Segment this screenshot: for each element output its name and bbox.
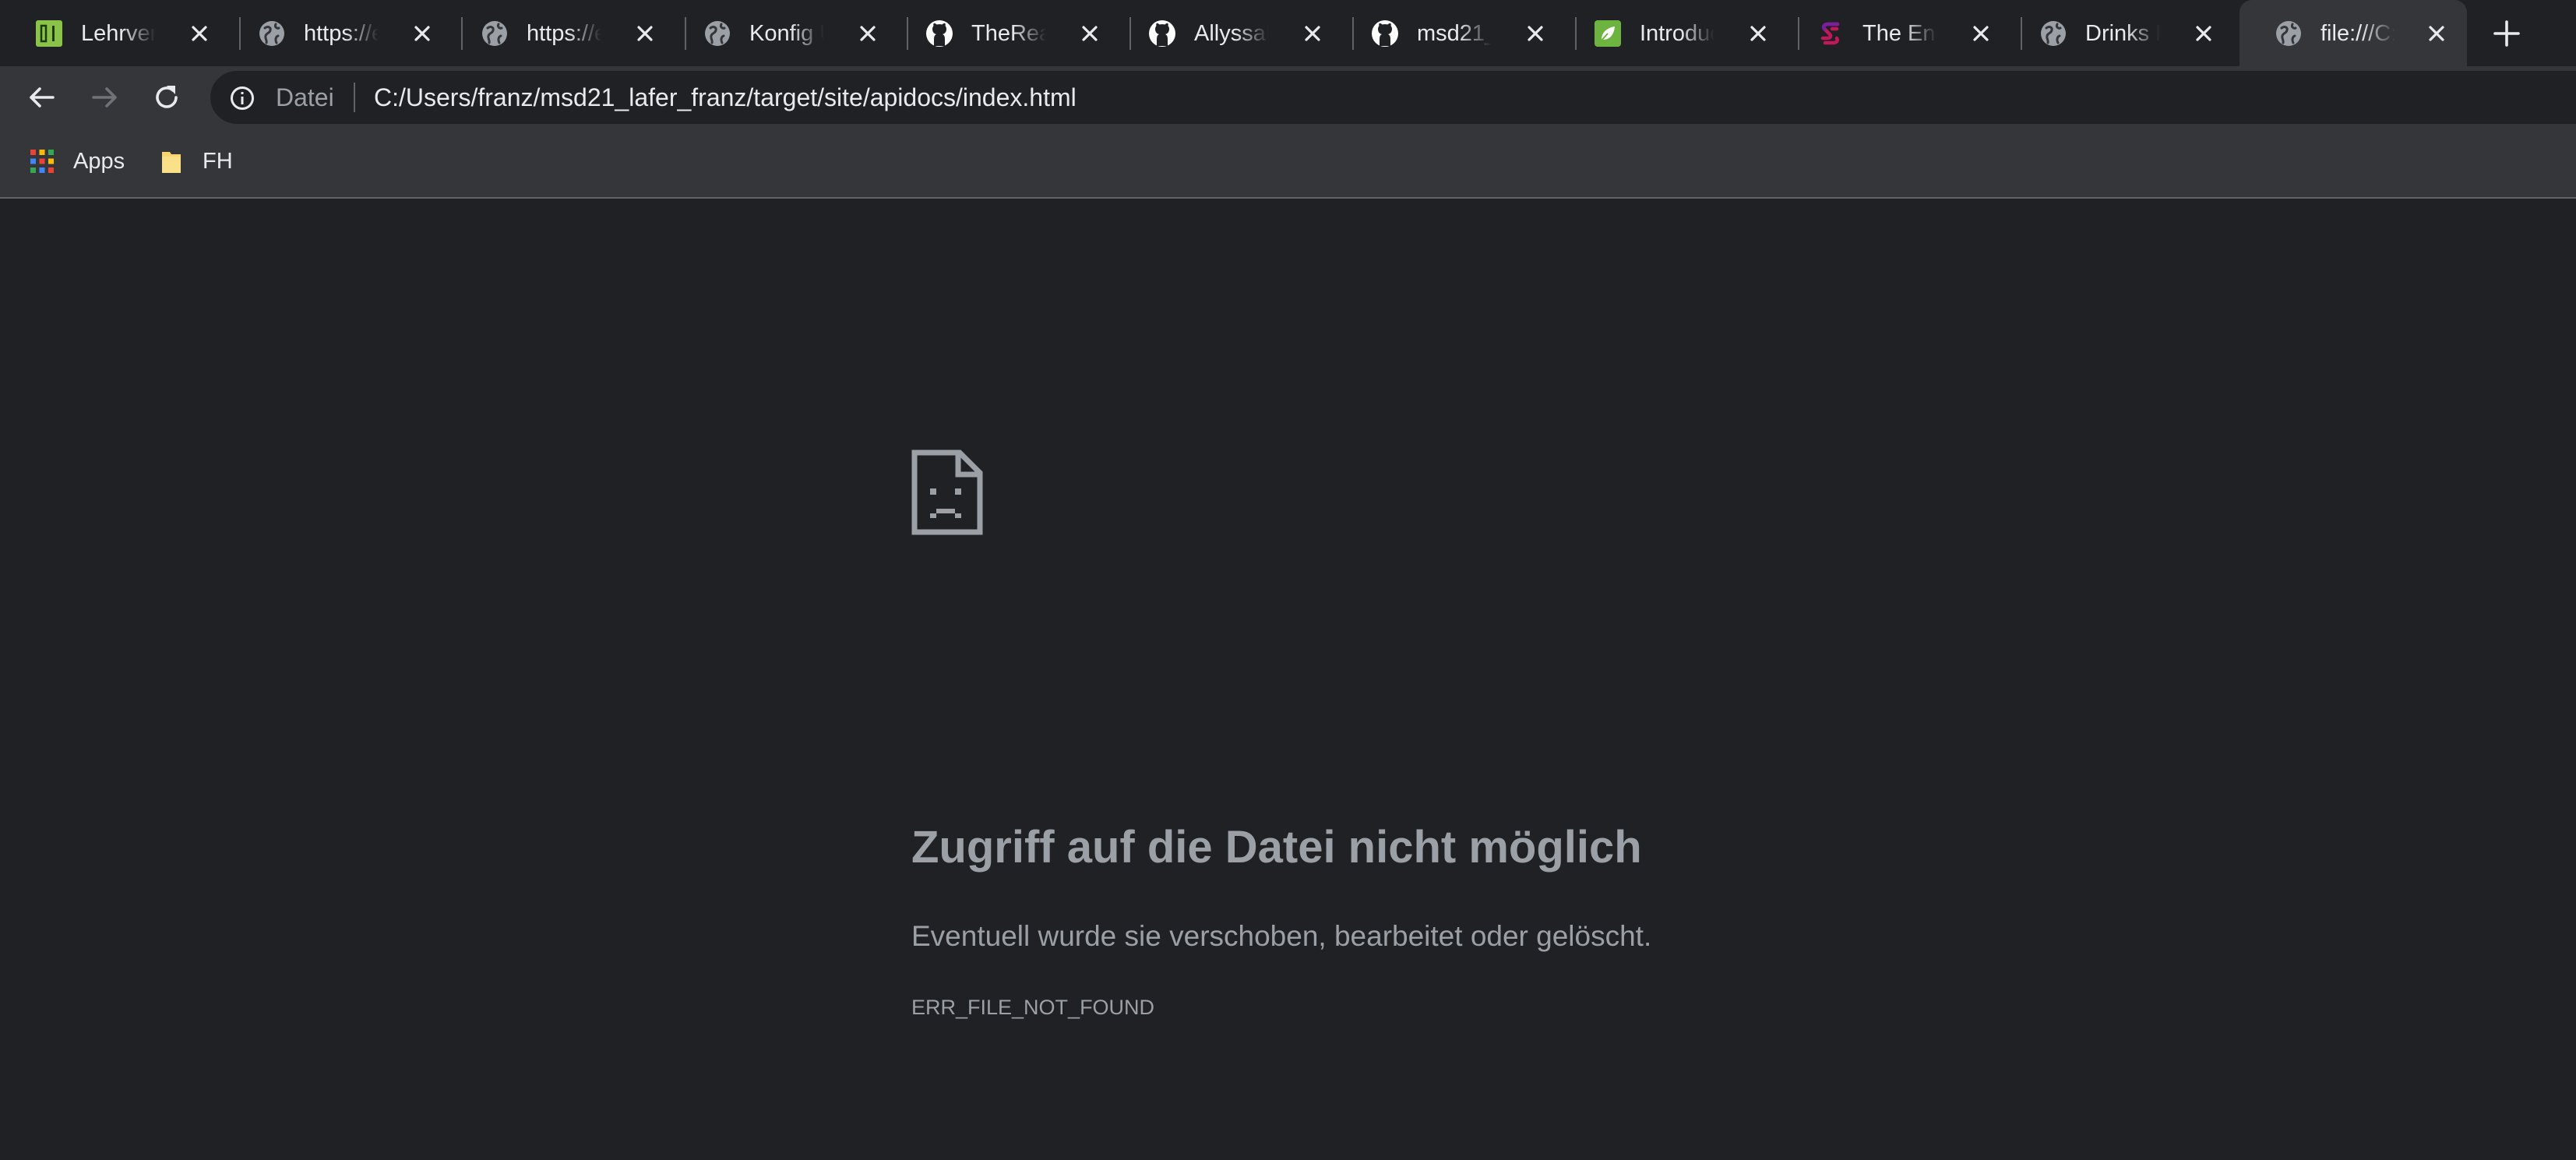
tab-introduction[interactable]: Introducti [1559,0,1781,66]
github-icon [925,19,954,48]
tab-title: Introducti [1640,21,1714,46]
tab-konfig[interactable]: Konfig Ue [668,0,891,66]
s-logo-favicon [1816,19,1845,48]
back-arrow-icon[interactable] [25,80,59,115]
globe-icon [2274,19,2303,48]
close-tab-icon[interactable] [1523,21,1548,46]
error-code: ERR_FILE_NOT_FOUND [911,996,1155,1019]
omnibox-divider [354,83,355,112]
lehrveranstaltung-favicon [34,19,64,48]
close-tab-icon[interactable] [1300,21,1325,46]
address-bar[interactable]: Datei C:/Users/franz/msd21_lafer_franz/t… [210,71,2576,124]
bookmark-label: Apps [73,149,125,174]
tab-title: https://ele [527,21,601,46]
bookmark-label: FH [203,149,233,174]
close-tab-icon[interactable] [1968,21,1993,46]
tab-github-msd21[interactable]: msd21_U [1336,0,1559,66]
folder-icon [157,147,185,175]
globe-icon [480,19,509,48]
error-message: Eventuell wurde sie verschoben, bearbeit… [911,920,1652,952]
tab-title: file:///C:/U [2321,21,2395,46]
globe-icon [257,19,287,48]
leaf-favicon [1593,19,1623,48]
apps-grid-icon [28,147,56,175]
tab-github-therealfr[interactable]: TheRealFr [890,0,1113,66]
security-chip-label[interactable]: Datei [276,81,334,114]
tab-eleearning-1[interactable]: https://ele [223,0,446,66]
tab-active-file[interactable]: file:///C:/U [2239,0,2467,66]
sad-file-icon [911,450,983,535]
url-text[interactable]: C:/Users/franz/msd21_lafer_franz/target/… [374,81,1077,114]
tab-the-engine[interactable]: The Engin [1781,0,2004,66]
bookmarks-bar: Apps FH [0,129,2576,199]
close-tab-icon[interactable] [2191,21,2216,46]
tab-title: Lehrveran [81,21,156,46]
page-content: Zugriff auf die Datei nicht möglich Even… [0,199,2576,1160]
new-tab-plus-icon[interactable] [2489,16,2525,51]
close-tab-icon[interactable] [633,21,657,46]
close-tab-icon[interactable] [855,21,880,46]
close-tab-icon[interactable] [410,21,435,46]
tab-title: Konfig Ue [749,21,824,46]
tab-eleearning-2[interactable]: https://ele [446,0,668,66]
tab-title: Drinks Do [2085,21,2160,46]
reload-icon[interactable] [150,80,184,115]
info-icon[interactable] [229,85,255,111]
close-tab-icon[interactable] [187,21,212,46]
globe-icon [2039,19,2068,48]
tab-drinks[interactable]: Drinks Do [2004,0,2227,66]
tab-title: msd21_U [1417,21,1492,46]
tab-title: AllyssaUb [1194,21,1269,46]
toolbar: Datei C:/Users/franz/msd21_lafer_franz/t… [0,66,2576,129]
forward-arrow-icon[interactable] [87,80,122,115]
close-tab-icon[interactable] [1077,21,1102,46]
tab-strip: Lehrveran https://ele https://ele Konfig… [0,0,2576,66]
tab-github-allyssaub[interactable]: AllyssaUb [1113,0,1336,66]
globe-icon [703,19,732,48]
close-tab-icon[interactable] [1746,21,1771,46]
tab-title: TheRealFr [971,21,1046,46]
error-heading: Zugriff auf die Datei nicht möglich [911,822,1642,873]
github-icon [1370,19,1400,48]
tab-title: The Engin [1862,21,1937,46]
github-icon [1147,19,1177,48]
tab-title: https://ele [304,21,379,46]
close-tab-icon[interactable] [2424,21,2449,46]
tab-lehrveranstaltung[interactable]: Lehrveran [0,0,223,66]
